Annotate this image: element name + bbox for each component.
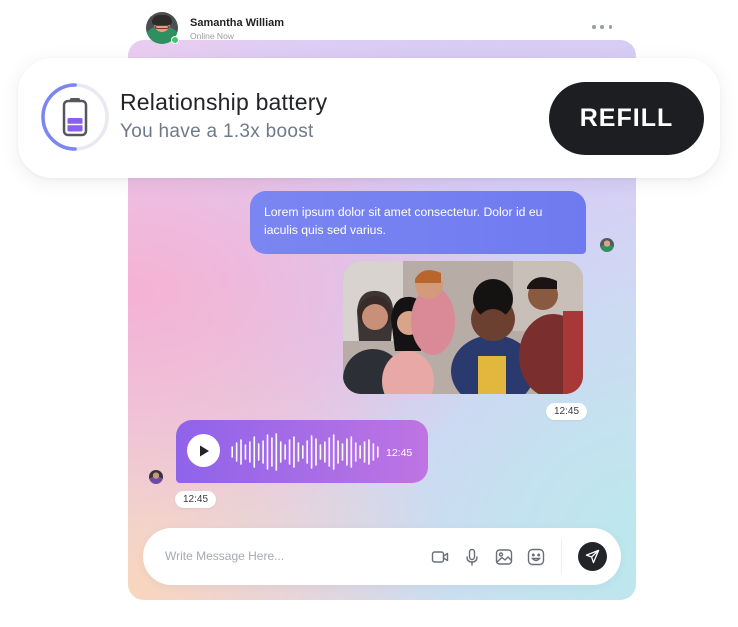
composer-divider xyxy=(561,539,562,575)
outgoing-message-bubble: Lorem ipsum dolor sit amet consectetur. … xyxy=(250,191,586,254)
send-icon xyxy=(585,549,600,564)
battery-title: Relationship battery xyxy=(120,89,328,115)
online-indicator xyxy=(171,36,179,44)
avatar-glasses xyxy=(155,25,169,29)
photo-message[interactable] xyxy=(343,261,583,394)
battery-icon xyxy=(62,98,88,137)
battery-subtitle: You have a 1.3x boost xyxy=(120,121,314,142)
voice-duration: 12:45 xyxy=(386,447,413,459)
contact-name: Samantha William xyxy=(190,17,285,29)
contact-mini-avatar xyxy=(149,470,163,484)
more-options-icon[interactable] xyxy=(592,20,612,34)
send-button[interactable] xyxy=(578,542,607,571)
voice-timestamp: 12:45 xyxy=(175,491,217,508)
video-icon[interactable] xyxy=(430,547,450,567)
contact-status: Online Now xyxy=(190,31,234,41)
more-dot xyxy=(600,25,604,29)
chat-header: Samantha William Online Now xyxy=(146,12,616,48)
message-input[interactable] xyxy=(165,546,405,566)
sender-avatar xyxy=(600,238,614,252)
avatar-hair xyxy=(152,15,172,25)
mic-icon[interactable] xyxy=(462,547,482,567)
play-button[interactable] xyxy=(187,434,220,467)
photo-timestamp: 12:45 xyxy=(546,403,588,420)
more-dot xyxy=(592,25,596,29)
relationship-battery-card: Relationship battery You have a 1.3x boo… xyxy=(18,58,720,178)
emoji-icon[interactable] xyxy=(526,547,546,567)
message-composer xyxy=(143,528,621,585)
image-icon[interactable] xyxy=(494,547,514,567)
voice-message-bubble: 12:45 xyxy=(176,420,428,483)
play-icon xyxy=(199,445,209,456)
battery-progress-ring xyxy=(41,83,109,151)
refill-button[interactable]: REFILL xyxy=(549,82,704,155)
group-photo-image xyxy=(343,261,583,394)
contact-avatar[interactable] xyxy=(146,12,179,44)
more-dot xyxy=(608,25,612,29)
audio-waveform[interactable] xyxy=(230,432,380,472)
